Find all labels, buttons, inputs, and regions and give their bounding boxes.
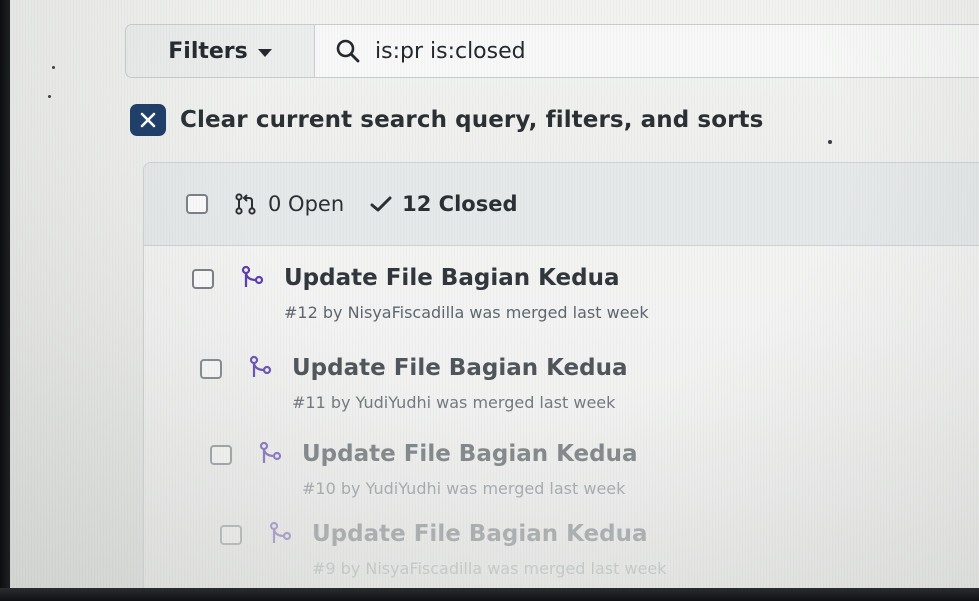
search-icon [335,38,361,64]
row-checkbox[interactable] [220,525,242,545]
screen: Filters Clear current search query, filt… [10,0,979,588]
check-icon [370,195,392,213]
row-checkbox[interactable] [200,359,222,379]
close-icon [130,104,166,136]
pr-meta: #11 by YudiYudhi was merged last week [292,393,616,412]
list-header: 0 Open 12 Closed [144,163,979,246]
pr-title-link[interactable]: Update File Bagian Kedua [284,263,649,293]
git-merge-icon [240,265,266,291]
select-all-checkbox[interactable] [186,194,208,214]
open-tab[interactable]: 0 Open [234,192,344,216]
dust-speck [52,66,55,69]
clear-search-link[interactable]: Clear current search query, filters, and… [130,104,763,136]
closed-tab[interactable]: 12 Closed [370,192,517,216]
filters-label: Filters [168,38,248,64]
filters-dropdown-button[interactable]: Filters [126,25,315,77]
search-filter-bar: Filters [125,24,979,78]
clear-search-label: Clear current search query, filters, and… [180,107,764,133]
git-merge-icon [268,521,294,547]
monitor-bezel-left [0,0,10,601]
pr-title-link[interactable]: Update File Bagian Kedua [312,519,666,549]
search-input[interactable] [375,38,875,64]
row-checkbox[interactable] [192,269,214,289]
pr-title-link[interactable]: Update File Bagian Kedua [302,439,638,469]
list-item: Update File Bagian Kedua #10 by YudiYudh… [210,439,638,498]
git-merge-icon [248,355,274,381]
pr-meta: #10 by YudiYudhi was merged last week [302,479,626,498]
pr-meta: #9 by NisyaFiscadilla was merged last we… [312,559,667,578]
list-item: Update File Bagian Kedua #11 by YudiYudh… [200,353,628,412]
search-field[interactable] [315,25,979,77]
list-item: Update File Bagian Kedua #9 by NisyaFisc… [220,519,666,578]
dust-speck [48,95,51,98]
git-pull-request-icon [234,193,258,215]
list-item: Update File Bagian Kedua #12 by NisyaFis… [192,263,649,322]
pr-meta: #12 by NisyaFiscadilla was merged last w… [284,303,649,322]
closed-count-label: 12 Closed [402,192,518,216]
chevron-down-icon [257,48,272,57]
pr-title-link[interactable]: Update File Bagian Kedua [292,353,628,383]
git-merge-icon [258,441,284,467]
pull-request-list: 0 Open 12 Closed Update File Bagian Kedu… [143,162,979,588]
monitor-bezel-bottom [0,588,979,601]
dust-speck [828,140,832,144]
open-count-label: 0 Open [268,192,345,216]
row-checkbox[interactable] [210,445,232,465]
